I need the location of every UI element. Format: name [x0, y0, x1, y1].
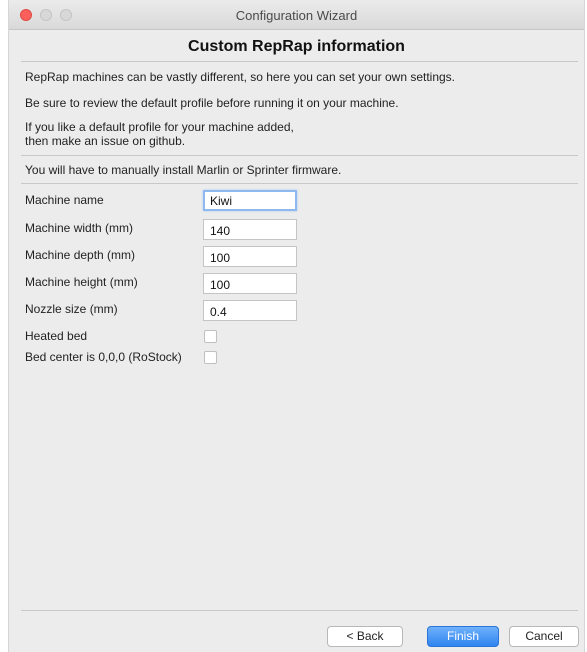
- intro-line-2: Be sure to review the default profile be…: [25, 96, 399, 110]
- form-divider: [21, 183, 578, 184]
- heated-bed-label: Heated bed: [25, 329, 88, 343]
- window-title: Configuration Wizard: [235, 8, 358, 23]
- intro-line-1: RepRap machines can be vastly different,…: [25, 70, 456, 84]
- back-button[interactable]: < Back: [327, 626, 403, 647]
- cancel-button[interactable]: Cancel: [509, 626, 579, 647]
- intro-line-3: If you like a default profile for your m…: [25, 120, 294, 134]
- machine-height-input[interactable]: [203, 273, 297, 294]
- bed-center-label: Bed center is 0,0,0 (RoStock): [25, 350, 182, 364]
- heated-bed-checkbox[interactable]: [204, 330, 217, 343]
- intro-divider: [21, 155, 578, 156]
- intro-line-4: then make an issue on github.: [25, 134, 186, 148]
- machine-depth-input[interactable]: [203, 246, 297, 267]
- title-bar[interactable]: Configuration Wizard: [9, 0, 584, 30]
- finish-button[interactable]: Finish: [427, 626, 499, 647]
- machine-width-input[interactable]: [203, 219, 297, 240]
- bed-center-checkbox[interactable]: [204, 351, 217, 364]
- nozzle-size-label: Nozzle size (mm): [25, 302, 118, 316]
- machine-name-input[interactable]: [203, 190, 297, 211]
- page-title: Custom RepRap information: [188, 38, 405, 55]
- machine-width-label: Machine width (mm): [25, 221, 134, 235]
- nozzle-size-input[interactable]: [203, 300, 297, 321]
- footer-divider: [21, 610, 578, 611]
- heading-divider: [21, 61, 578, 62]
- machine-depth-label: Machine depth (mm): [25, 248, 136, 262]
- machine-height-label: Machine height (mm): [25, 275, 138, 289]
- firmware-note: You will have to manually install Marlin…: [25, 163, 342, 177]
- wizard-window: Configuration Wizard Custom RepRap infor…: [8, 0, 585, 652]
- machine-name-label: Machine name: [25, 193, 104, 207]
